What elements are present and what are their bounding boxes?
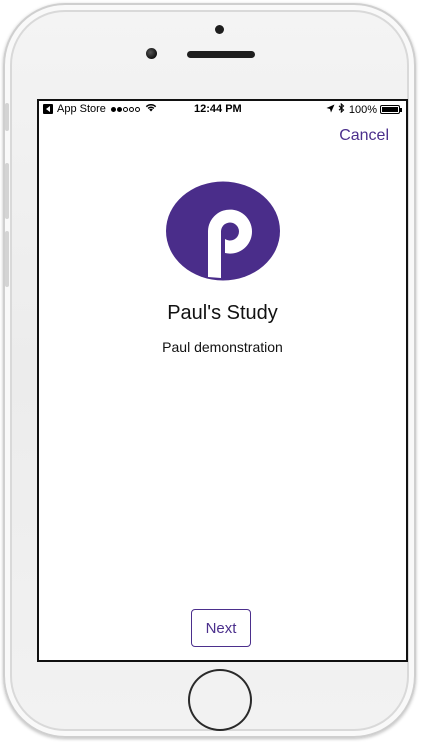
signal-icon [110,106,141,112]
proximity-sensor [215,25,224,34]
bluetooth-icon [338,102,345,116]
battery-percent: 100% [348,103,377,116]
status-time: 12:44 PM [194,103,242,115]
mute-switch [5,103,9,131]
status-right: 100% [326,102,402,116]
back-app-label: App Store [57,103,106,115]
earpiece-speaker [187,51,255,58]
screen: App Store 12:44 PM 100% Cancel Paul's St… [37,99,408,662]
cancel-button[interactable]: Cancel [339,127,389,145]
volume-up-button [5,163,9,219]
location-arrow-icon [326,104,335,116]
study-title: Paul's Study [167,302,278,324]
front-camera [146,48,157,59]
wifi-icon [145,103,157,115]
study-logo-icon [165,181,281,281]
back-app-icon [43,104,53,114]
battery-icon [380,105,402,114]
next-button[interactable]: Next [191,609,251,647]
status-bar: App Store 12:44 PM 100% [39,101,406,119]
status-back-to-app[interactable]: App Store [43,103,157,115]
volume-down-button [5,231,9,287]
study-subtitle: Paul demonstration [162,339,283,355]
phone-frame: App Store 12:44 PM 100% Cancel Paul's St… [3,3,416,738]
home-button[interactable] [188,669,252,731]
